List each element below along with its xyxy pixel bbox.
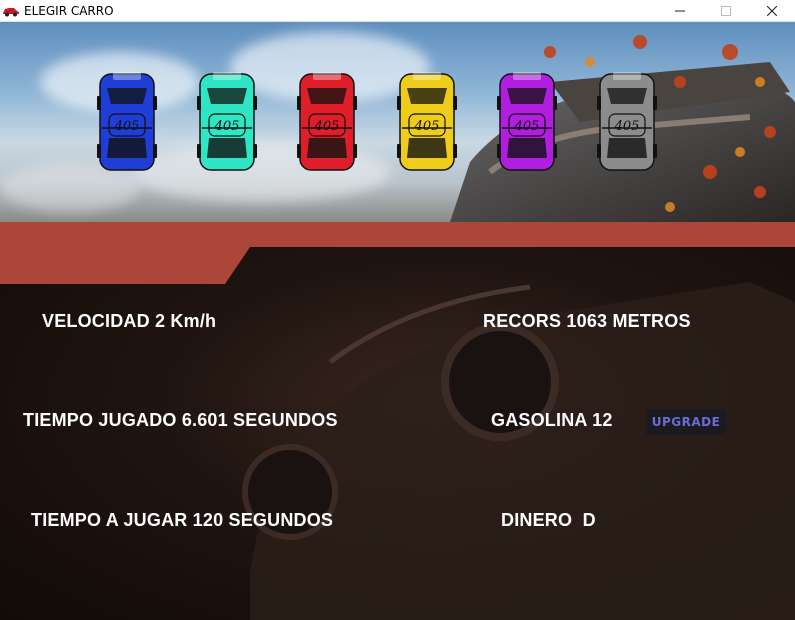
car-windshield — [107, 88, 147, 104]
close-icon — [767, 6, 777, 16]
car-wheel — [397, 144, 401, 158]
car-windshield — [407, 88, 447, 104]
car-hood-badge — [413, 72, 441, 80]
window-title: ELEGIR CARRO — [24, 3, 114, 18]
car-sprite: 405 — [197, 72, 257, 171]
car-option-yellow[interactable]: 405 — [397, 70, 457, 174]
car-wheel — [197, 96, 201, 110]
car-rear-window — [107, 138, 147, 158]
car-rear-window — [507, 138, 547, 158]
upgrade-button[interactable]: UPGRADE — [646, 409, 726, 435]
car-sprite: 405 — [497, 72, 557, 171]
car-option-purple[interactable]: 405 — [497, 70, 557, 174]
window-controls — [657, 0, 795, 22]
car-wheel — [597, 144, 601, 158]
gasolina-label: GASOLINA 12 — [491, 410, 613, 430]
car-option-teal[interactable]: 405 — [197, 70, 257, 174]
car-rear-window — [407, 138, 447, 158]
car-windshield — [307, 88, 347, 104]
car-hood-badge — [213, 72, 241, 80]
car-wheel — [353, 144, 357, 158]
car-hood-badge — [313, 72, 341, 80]
tiempo-a-jugar-label: TIEMPO A JUGAR 120 SEGUNDOS — [31, 510, 334, 530]
car-wheel — [253, 144, 257, 158]
tiempo-jugado-label: TIEMPO JUGADO 6.601 SEGUNDOS — [23, 410, 338, 430]
minimize-icon — [675, 10, 685, 12]
car-rear-window — [307, 138, 347, 158]
car-sprite: 405 — [597, 72, 657, 171]
car-rear-window — [607, 138, 647, 158]
car-wheel — [497, 96, 501, 110]
car-hood-badge — [613, 72, 641, 80]
car-wheel — [297, 96, 301, 110]
car-wheel — [397, 96, 401, 110]
car-wheel — [653, 144, 657, 158]
car-windshield — [607, 88, 647, 104]
car-wheel — [553, 96, 557, 110]
car-wheel — [553, 144, 557, 158]
car-hood-badge — [513, 72, 541, 80]
minimize-button[interactable] — [657, 0, 703, 22]
car-sprite: 405 — [97, 72, 157, 171]
car-number-label: 405 — [414, 119, 440, 134]
car-wheel — [297, 144, 301, 158]
recors-label: RECORS 1063 METROS — [483, 311, 691, 331]
car-wheel — [197, 144, 201, 158]
car-wheel — [97, 96, 101, 110]
car-wheel — [153, 96, 157, 110]
car-windshield — [207, 88, 247, 104]
dinero-label: DINERO D — [501, 510, 596, 530]
maximize-icon — [721, 6, 731, 16]
car-number-label: 405 — [514, 119, 540, 134]
car-sprite: 405 — [397, 72, 457, 171]
car-number-label: 405 — [314, 119, 340, 134]
car-wheel — [653, 96, 657, 110]
car-wheel — [453, 144, 457, 158]
car-hood-badge — [113, 72, 141, 80]
velocidad-label: VELOCIDAD 2 Km/h — [42, 311, 217, 331]
title-bar: ELEGIR CARRO — [0, 0, 795, 22]
car-number-label: 405 — [614, 119, 640, 134]
car-wheel — [453, 96, 457, 110]
car-rear-window — [207, 138, 247, 158]
maximize-button[interactable] — [703, 0, 749, 22]
car-selection-banner: 405 405 405 405 405 405 — [0, 22, 795, 222]
car-wheel — [597, 96, 601, 110]
car-number-label: 405 — [114, 119, 140, 134]
car-windshield — [507, 88, 547, 104]
car-wheel — [353, 96, 357, 110]
close-button[interactable] — [749, 0, 795, 22]
car-option-blue[interactable]: 405 — [97, 70, 157, 174]
car-number-label: 405 — [214, 119, 240, 134]
car-wheel — [497, 144, 501, 158]
car-option-red[interactable]: 405 — [297, 70, 357, 174]
car-option-gray[interactable]: 405 — [597, 70, 657, 174]
car-app-icon — [3, 7, 19, 16]
car-sprite: 405 — [297, 72, 357, 171]
car-wheel — [153, 144, 157, 158]
car-wheel — [253, 96, 257, 110]
car-wheel — [97, 144, 101, 158]
